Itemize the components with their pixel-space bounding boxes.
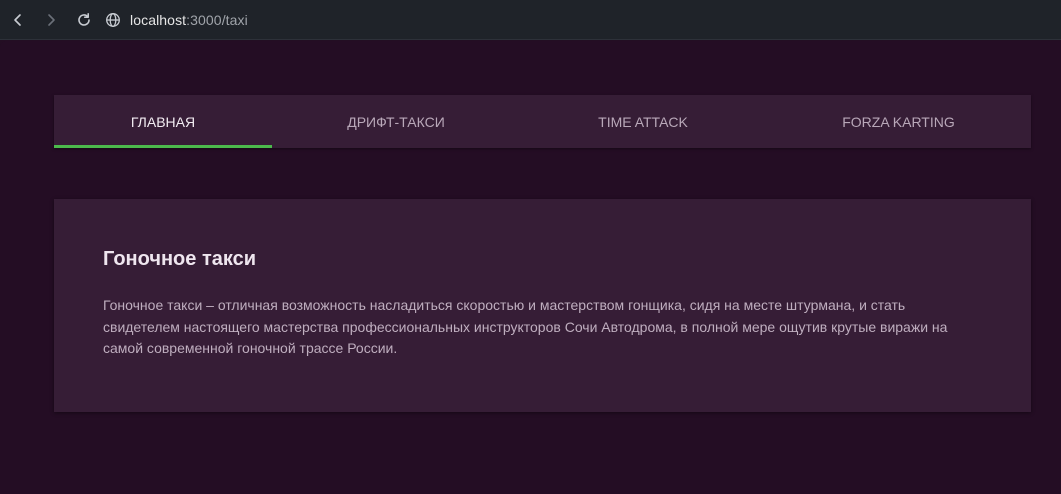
card-description: Гоночное такси – отличная возможность на… — [103, 297, 948, 356]
card-title: Гоночное такси — [103, 248, 257, 270]
browser-toolbar: localhost:3000/taxi — [0, 0, 1061, 40]
tab-main[interactable]: ГЛАВНАЯ — [54, 95, 272, 148]
tab-bar: ГЛАВНАЯ ДРИФТ-ТАКСИ TIME ATTACK FORZA KA… — [54, 95, 1031, 148]
url-text[interactable]: localhost:3000/taxi — [130, 12, 248, 28]
globe-icon — [106, 12, 120, 27]
address-bar[interactable]: localhost:3000/taxi — [105, 12, 248, 28]
reload-button[interactable] — [69, 5, 99, 35]
page-content: ГЛАВНАЯ ДРИФТ-ТАКСИ TIME ATTACK FORZA KA… — [0, 41, 1061, 494]
arrow-right-icon — [48, 13, 55, 26]
tab-forza-karting[interactable]: FORZA KARTING — [766, 95, 1031, 148]
reload-icon — [78, 12, 90, 26]
url-path: :3000/taxi — [186, 11, 248, 28]
content-card: Гоночное такси Гоночное такси – отличная… — [54, 199, 1031, 412]
tab-time-attack[interactable]: TIME ATTACK — [520, 95, 766, 148]
forward-button[interactable] — [36, 5, 66, 35]
tab-drift-taxi[interactable]: ДРИФТ-ТАКСИ — [272, 95, 520, 148]
url-host: localhost — [130, 11, 187, 28]
arrow-left-icon — [14, 13, 21, 26]
back-button[interactable] — [3, 5, 33, 35]
